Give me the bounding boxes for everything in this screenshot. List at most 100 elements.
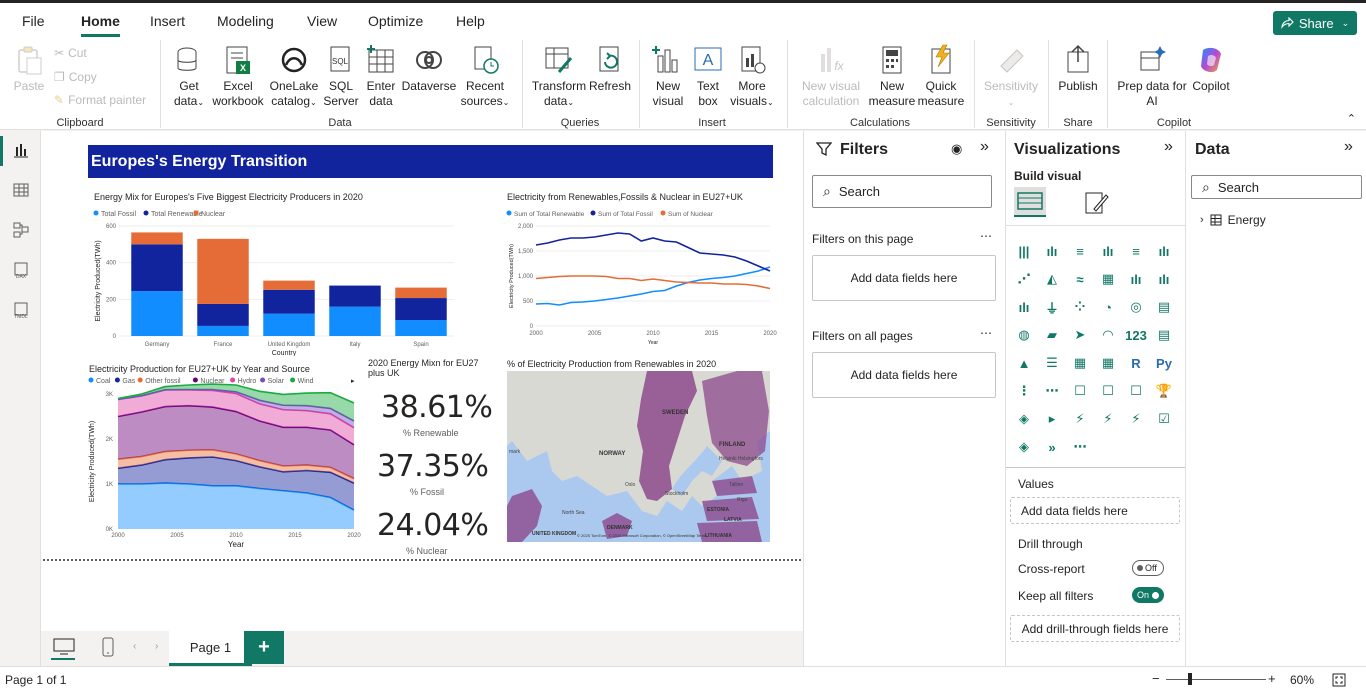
report-title[interactable]: Europes's Energy Transition [88, 145, 773, 178]
funnel-icon[interactable]: ⏚ [1042, 297, 1062, 317]
slicer-new-icon[interactable]: ⚡ [1098, 409, 1118, 429]
filters-all-drop[interactable]: Add data fields here [812, 352, 996, 398]
share-button[interactable]: Share ⌄ [1273, 11, 1357, 35]
menu-optimize[interactable]: Optimize [368, 13, 423, 29]
collapse-viz-icon[interactable]: » [1164, 138, 1173, 156]
keep-filters-toggle[interactable]: On [1132, 587, 1164, 603]
gauge-icon[interactable]: ◠ [1098, 325, 1118, 345]
more-options-icon[interactable]: ⋯ [980, 229, 992, 243]
table-icon[interactable]: ▦ [1070, 353, 1090, 373]
menu-modeling[interactable]: Modeling [217, 13, 274, 29]
filters-search-input[interactable]: ⌕ Search [812, 175, 992, 208]
enter-data-button[interactable]: Enter data [363, 44, 399, 109]
build-visual-tab[interactable] [1014, 187, 1046, 217]
donut-icon[interactable]: ◎ [1126, 297, 1146, 317]
publish-button[interactable]: Publish [1056, 44, 1100, 94]
zoom-slider-thumb[interactable] [1188, 673, 1192, 685]
slicer-icon[interactable]: ☰ [1042, 353, 1062, 373]
qa-icon[interactable]: ☐ [1070, 381, 1090, 401]
refresh-button[interactable]: Refresh [588, 44, 632, 94]
power-apps-icon[interactable]: ◈ [1014, 409, 1034, 429]
clustered-bar-icon[interactable]: ≡ [1070, 241, 1090, 261]
more-options-icon[interactable]: ⋯ [980, 326, 992, 340]
quick-measure-button[interactable]: Quick measure [916, 44, 966, 109]
drill-through-drop[interactable]: Add drill-through fields here [1010, 615, 1180, 642]
get-data-button[interactable]: Get data⌄ [168, 44, 210, 110]
transform-data-button[interactable]: Transform data⌄ [530, 44, 588, 110]
text-box-button[interactable]: A Text box [690, 44, 726, 109]
renewable-card-value[interactable]: 38.61% [381, 390, 493, 425]
more-icon[interactable]: ⋯ [1070, 437, 1090, 457]
area-icon[interactable]: ◭ [1042, 269, 1062, 289]
report-canvas[interactable]: Europes's Energy Transition Energy Mix f… [41, 131, 803, 631]
decomposition-tree-icon[interactable]: ⋯ [1042, 381, 1062, 401]
key-influencers-icon[interactable]: ⋮ [1014, 381, 1034, 401]
python-visual-icon[interactable]: Py [1154, 353, 1174, 373]
sql-server-button[interactable]: SQL SQL Server [322, 44, 360, 109]
line-chart[interactable]: Sum of Total Renewable Sum of Total Fossi… [503, 206, 778, 346]
new-measure-button[interactable]: New measure [868, 44, 916, 109]
zoom-in-icon[interactable]: + [1268, 671, 1276, 686]
tab-page-1[interactable]: Page 1 [169, 631, 252, 666]
data-search-input[interactable]: ⌕ Search [1191, 175, 1362, 199]
100-column-icon[interactable]: ılı [1154, 241, 1174, 261]
copy-button[interactable]: ❐ Copy [54, 70, 97, 84]
waterfall-icon[interactable]: ılı [1014, 297, 1034, 317]
menu-home[interactable]: Home [81, 13, 120, 37]
button-slicer-icon[interactable]: ⚡ [1126, 409, 1146, 429]
excel-button[interactable]: X Excel workbook [209, 44, 267, 109]
report-view-icon[interactable] [12, 141, 30, 159]
paste-button[interactable]: Paste [12, 44, 46, 94]
new-visual-calculation-button[interactable]: fx New visual calculation [796, 44, 866, 109]
cross-report-toggle[interactable]: Off [1132, 560, 1164, 576]
pie-icon[interactable]: ◔ [1098, 297, 1118, 317]
filled-map[interactable]: SWEDEN FINLAND NORWAY ESTONIA DENMARK LA… [507, 371, 770, 542]
model-view-icon[interactable] [12, 221, 30, 239]
desktop-layout-icon[interactable] [53, 637, 75, 657]
eye-icon[interactable]: ◉ [951, 141, 962, 157]
collapse-filters-icon[interactable]: » [980, 138, 989, 156]
format-painter-button[interactable]: ✎ Format painter [54, 93, 146, 107]
fabric-icon[interactable]: ◈ [1014, 437, 1034, 457]
add-page-button[interactable]: + [244, 631, 284, 664]
more-visuals-button[interactable]: More visuals⌄ [728, 44, 776, 110]
menu-help[interactable]: Help [456, 13, 485, 29]
multi-row-card-icon[interactable]: ▤ [1154, 325, 1174, 345]
treemap-icon[interactable]: ▤ [1154, 297, 1174, 317]
collapse-ribbon-icon[interactable]: ⌃ [1347, 112, 1356, 125]
prev-page-icon[interactable]: ‹ [133, 641, 136, 652]
format-visual-icon[interactable] [1082, 189, 1110, 217]
line-icon[interactable]: ⋰ [1014, 269, 1034, 289]
mobile-layout-icon[interactable] [101, 636, 115, 658]
scatter-icon[interactable]: ⁘ [1070, 297, 1090, 317]
100-area-icon[interactable]: ▦ [1098, 269, 1118, 289]
table-view-icon[interactable] [12, 181, 30, 199]
dataverse-button[interactable]: Dataverse [401, 44, 457, 94]
narrative-icon[interactable]: » [1042, 437, 1062, 457]
smart-narrative-icon[interactable]: ☐ [1098, 381, 1118, 401]
stacked-area-icon[interactable]: ≈ [1070, 269, 1090, 289]
stacked-bar-chart[interactable]: Total Fossil Total RenewableNuclear020040… [89, 206, 469, 356]
onelake-button[interactable]: OneLake catalog⌄ [267, 44, 321, 110]
stacked-column-icon[interactable]: ılı [1042, 241, 1062, 261]
card-icon[interactable]: 123 [1125, 325, 1147, 345]
table-energy[interactable]: › Energy [1200, 213, 1266, 227]
r-visual-icon[interactable]: R [1126, 353, 1146, 373]
nuclear-card-value[interactable]: 24.04% [377, 508, 489, 543]
filled-map-icon[interactable]: ▰ [1042, 325, 1062, 345]
matrix-icon[interactable]: ▦ [1098, 353, 1118, 373]
goals-icon[interactable]: 🏆 [1154, 381, 1174, 401]
sensitivity-button[interactable]: Sensitivity ⌄ [982, 44, 1040, 110]
paginated-icon[interactable]: ☐ [1126, 381, 1146, 401]
map-icon[interactable]: ◍ [1014, 325, 1034, 345]
fit-to-page-icon[interactable] [1332, 673, 1346, 687]
metrics-icon[interactable]: ☑ [1154, 409, 1174, 429]
power-automate-icon[interactable]: ▸ [1042, 409, 1062, 429]
next-page-icon[interactable]: › [155, 641, 158, 652]
card-new-icon[interactable]: ⚡ [1070, 409, 1090, 429]
stacked-area-chart[interactable]: Coal Gas Other fossil Nuclear Hydro Solar Wind… [85, 375, 365, 555]
zoom-out-icon[interactable]: − [1152, 671, 1160, 686]
zoom-slider[interactable] [1166, 679, 1266, 680]
cut-button[interactable]: ✂ Cut [54, 46, 87, 60]
tmdl-view-icon[interactable]: TMDL [12, 301, 30, 319]
